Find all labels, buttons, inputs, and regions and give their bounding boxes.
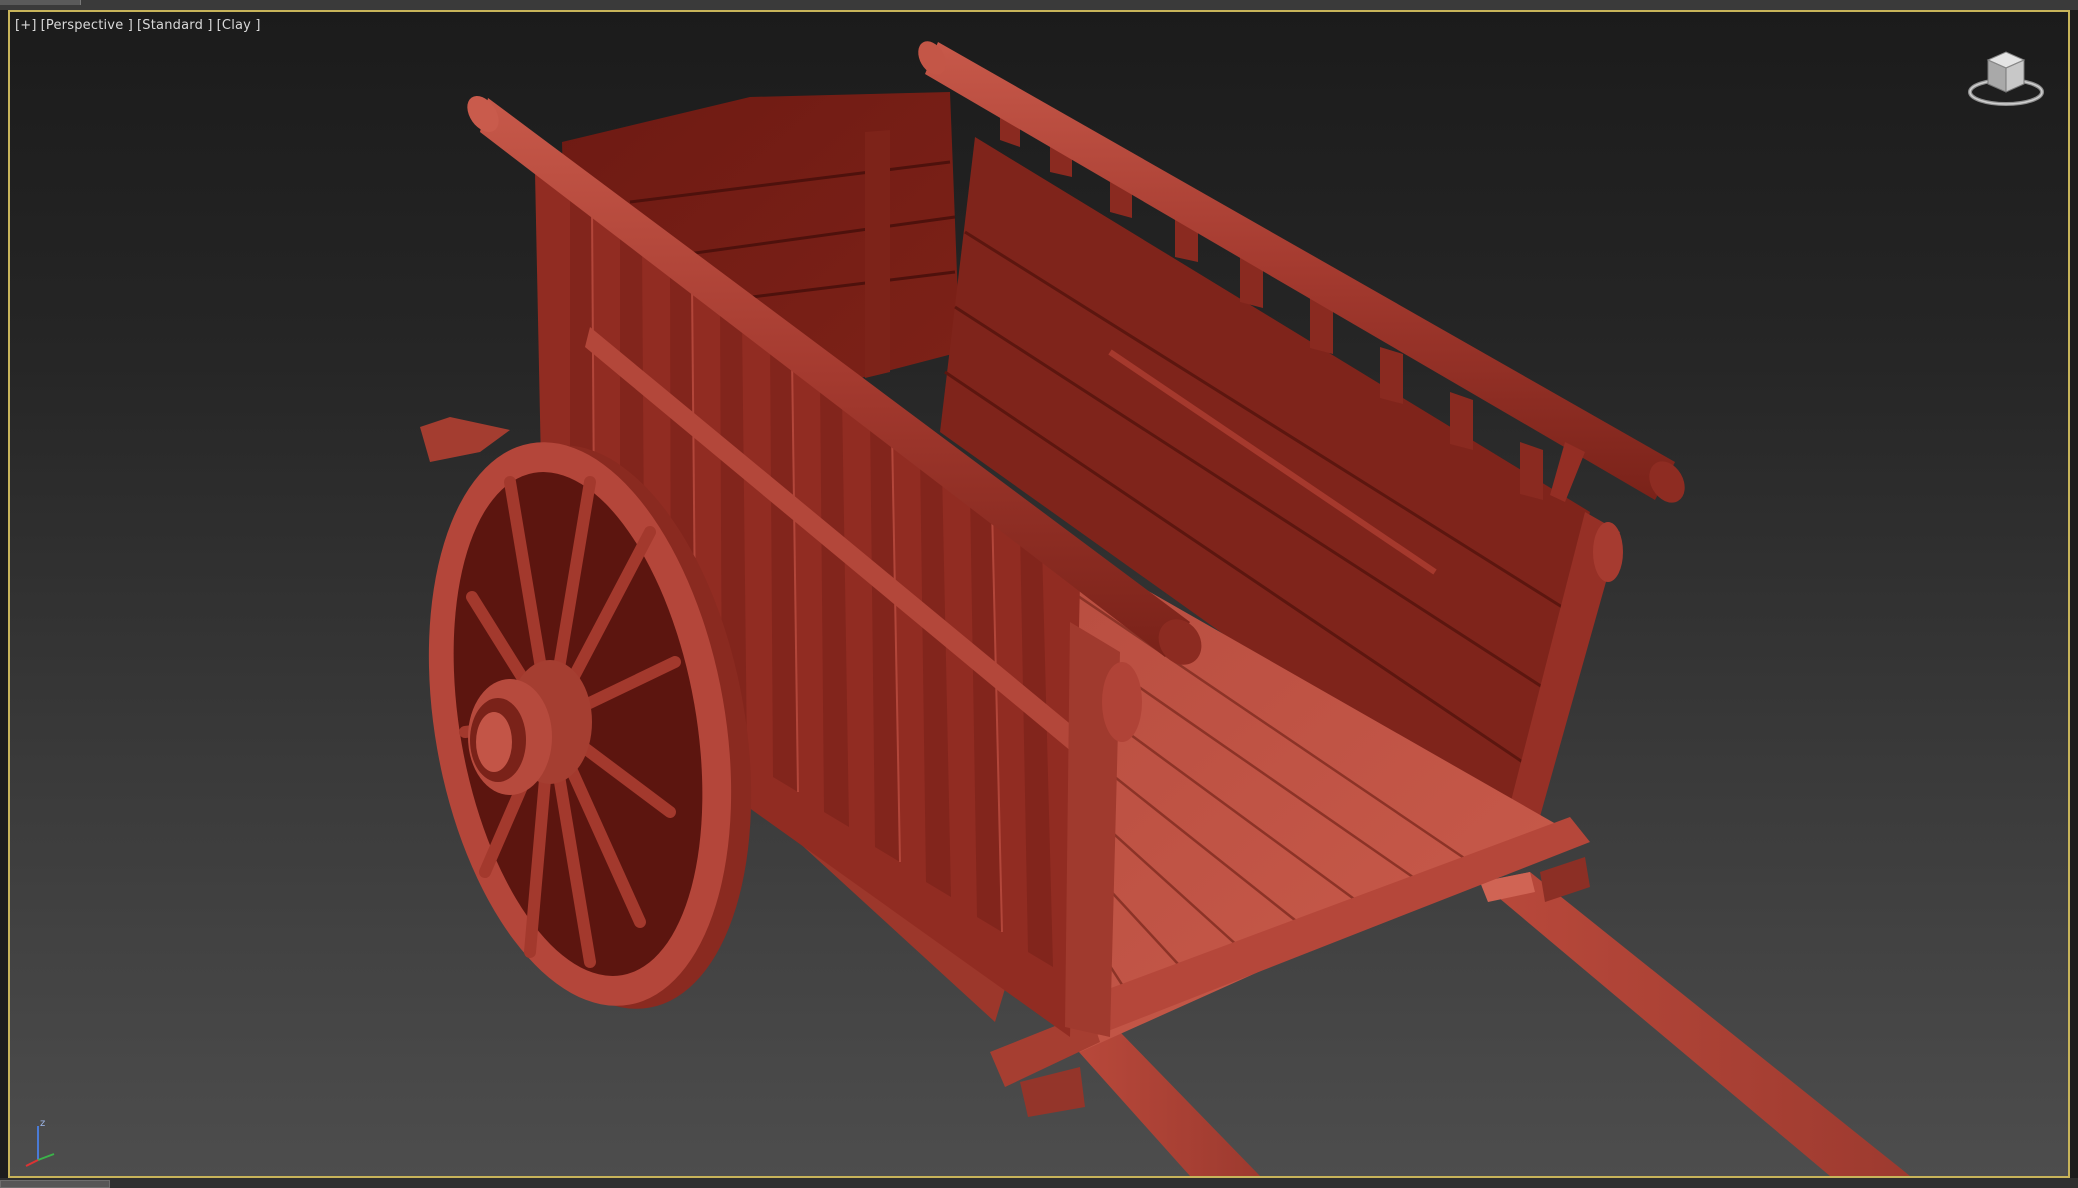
- cart-shaft-left: [1070, 1032, 1260, 1176]
- viewcube-icon[interactable]: [1966, 42, 2046, 114]
- time-slider[interactable]: [0, 1180, 110, 1188]
- viewport-shading-menu[interactable]: [Clay ]: [217, 18, 261, 33]
- axis-z-label: z: [40, 1118, 45, 1129]
- cart-model[interactable]: [10, 12, 2068, 1176]
- viewport-layout-tab[interactable]: [0, 0, 81, 5]
- perspective-viewport[interactable]: [+] [Perspective ] [Standard ] [Clay ] z: [8, 10, 2070, 1178]
- viewport-pov-menu[interactable]: [Perspective ]: [41, 18, 133, 33]
- viewport-plus-menu[interactable]: [+]: [15, 18, 37, 33]
- viewport-label-menu[interactable]: [+] [Perspective ] [Standard ] [Clay ]: [15, 18, 261, 33]
- viewport-standard-menu[interactable]: [Standard ]: [137, 18, 213, 33]
- cart-shaft-right: [1480, 872, 1910, 1176]
- bottom-bar: [0, 1178, 2078, 1188]
- top-strip: [0, 0, 2078, 10]
- axis-tripod-icon: z: [25, 1118, 55, 1167]
